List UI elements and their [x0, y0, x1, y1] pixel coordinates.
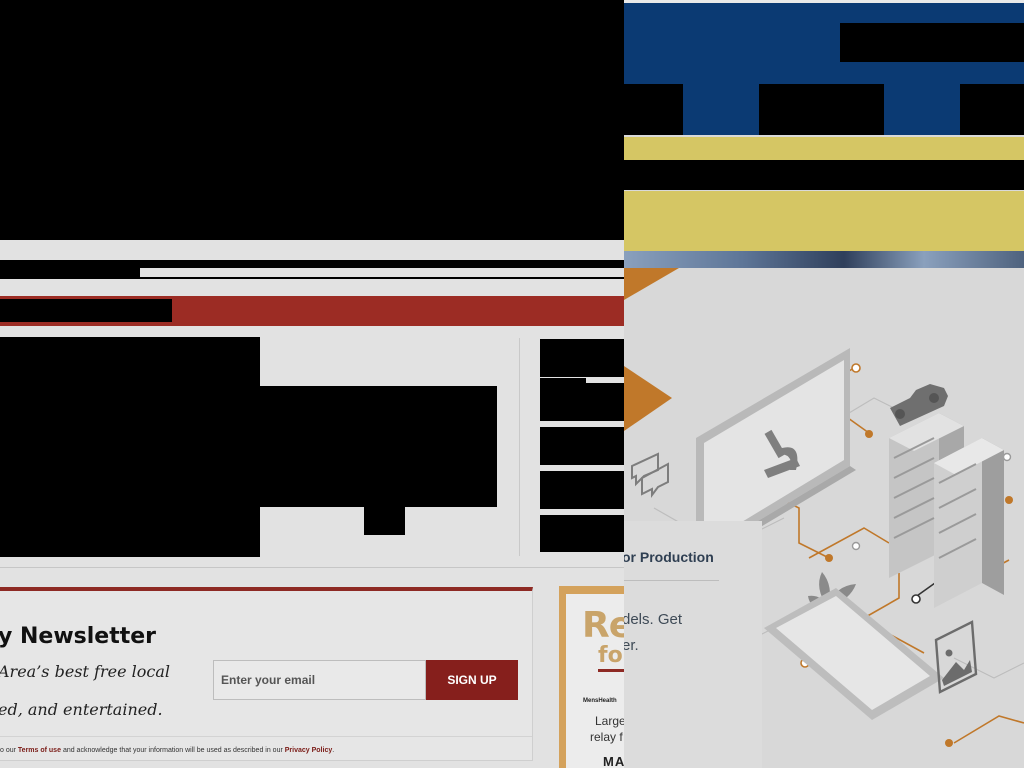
- ad-text: Large: [595, 714, 624, 728]
- promo-panel: or Production dels. Get er.: [624, 0, 1024, 768]
- newsletter-signup: y Newsletter Area’s best free local ed, …: [0, 587, 533, 761]
- column-divider: [519, 338, 520, 556]
- ad-headline: Re: [582, 605, 624, 646]
- legal-text: and acknowledge that your information wi…: [62, 747, 283, 754]
- section-bar-label: [0, 299, 172, 322]
- nav-underline: [140, 268, 624, 277]
- ad-headline: fo: [598, 643, 623, 668]
- sign-up-button[interactable]: SIGN UP: [426, 660, 518, 700]
- newsletter-title: y Newsletter: [0, 624, 157, 649]
- promo-card-text: er.: [624, 637, 639, 654]
- privacy-policy-link[interactable]: Privacy Policy: [285, 747, 332, 754]
- newsletter-description: ed, and entertained.: [0, 700, 163, 719]
- sidebar-thumbnail[interactable]: [540, 339, 624, 377]
- email-input[interactable]: [213, 660, 426, 700]
- ad-date: MA: [603, 754, 624, 768]
- sidebar-thumbnail[interactable]: [540, 383, 624, 421]
- sidebar-thumbnail[interactable]: [540, 427, 624, 465]
- header-spacer: [0, 279, 624, 296]
- newsletter-description: Area’s best free local: [0, 662, 170, 681]
- promo-card-text: dels. Get: [624, 611, 683, 628]
- section-divider: [0, 567, 624, 568]
- promo-banner-text: [624, 160, 1024, 190]
- promo-header-text: [840, 23, 1024, 62]
- promo-card-title: or Production: [624, 549, 714, 565]
- terms-of-use-link[interactable]: Terms of use: [18, 747, 61, 754]
- promo-tile[interactable]: [683, 84, 759, 135]
- legal-text: .: [332, 747, 335, 754]
- promo-tile[interactable]: [884, 84, 960, 135]
- story-image-caption: [364, 507, 405, 535]
- ad-logo: MensHealth: [583, 698, 617, 704]
- promo-photo: [624, 251, 1024, 268]
- ad-text: relay f: [590, 730, 623, 744]
- promo-banner: [624, 191, 1024, 251]
- ad-panel: Re fo MensHealth Large relay f MA: [566, 594, 624, 768]
- promo-card[interactable]: or Production dels. Get er.: [624, 521, 762, 768]
- newsletter-divider: [0, 736, 532, 737]
- legal-text: o our: [0, 747, 16, 754]
- legal-notice: o our Terms of use and acknowledge that …: [0, 747, 334, 754]
- promo-card-divider: [624, 580, 719, 581]
- news-page: y Newsletter Area’s best free local ed, …: [0, 0, 624, 768]
- promo-banner: [624, 137, 1024, 160]
- sidebar-thumbnail[interactable]: [540, 471, 624, 509]
- sidebar-thumbnail[interactable]: [540, 515, 624, 552]
- ad-underline: [598, 669, 624, 672]
- lead-story-image[interactable]: [0, 337, 260, 557]
- story-image[interactable]: [260, 386, 497, 507]
- header-band: [0, 240, 624, 260]
- side-advertisement[interactable]: Re fo MensHealth Large relay f MA: [559, 586, 624, 768]
